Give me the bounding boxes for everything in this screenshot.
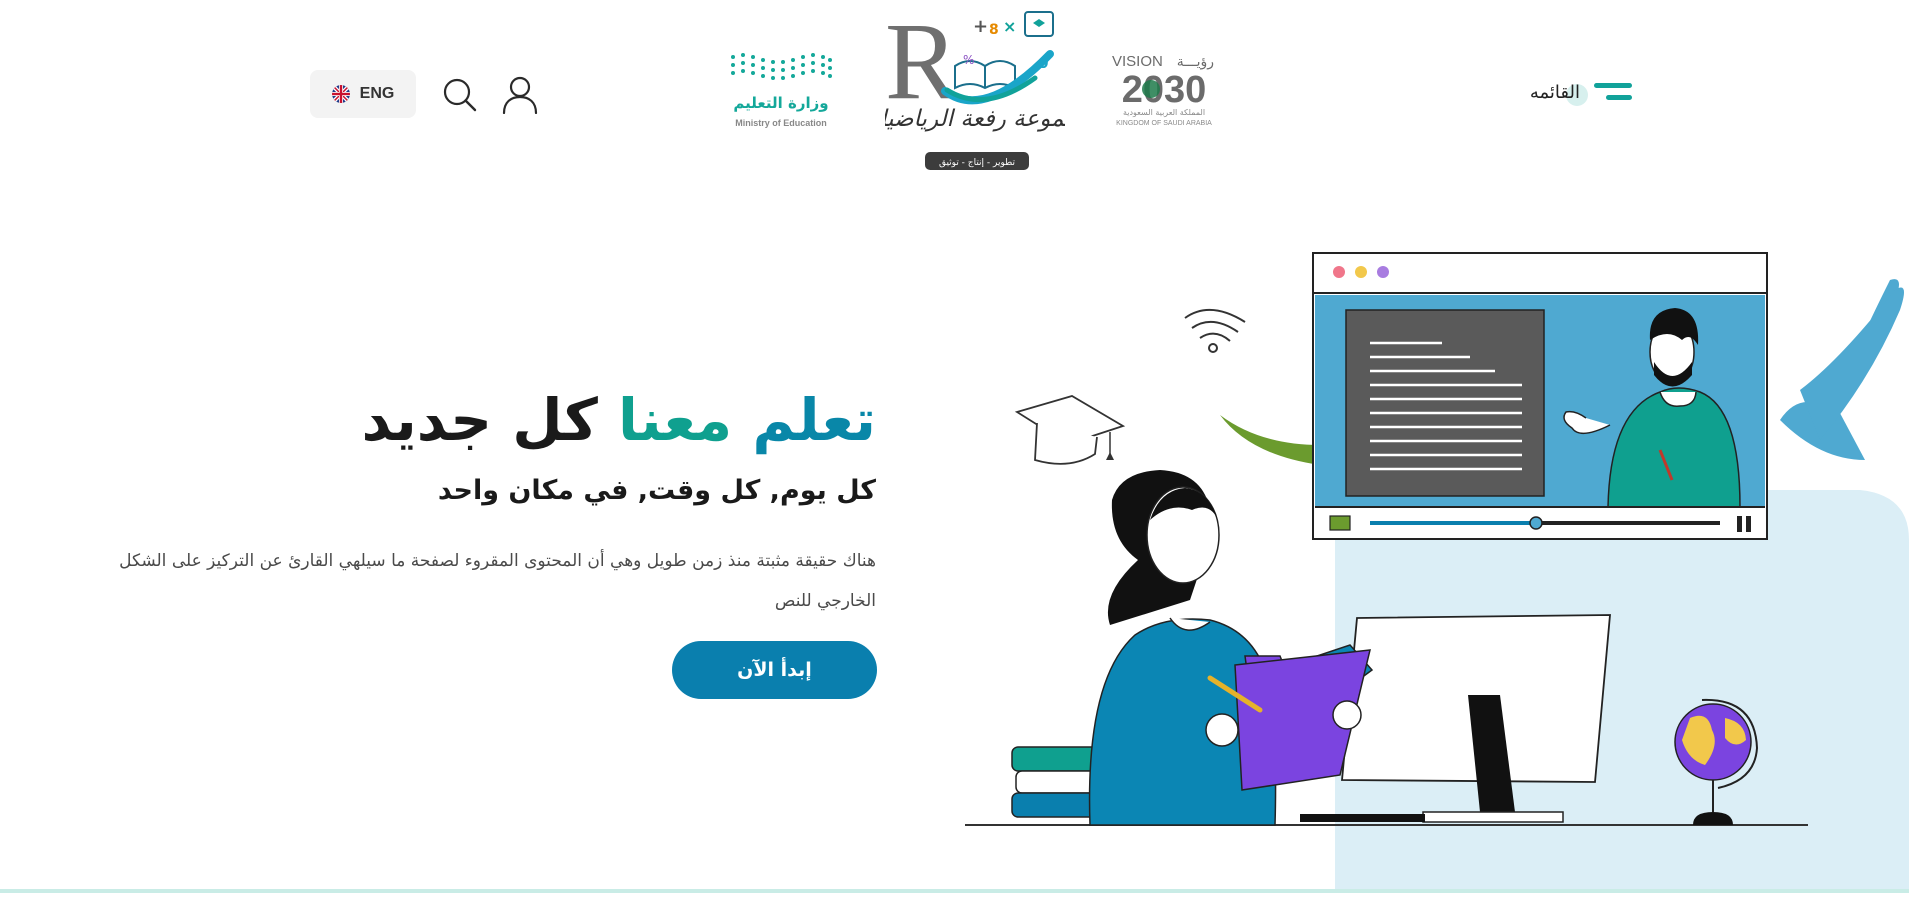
video-lesson-window (1312, 252, 1768, 540)
svg-text:9: 9 (1039, 56, 1049, 72)
wifi-icon (1184, 308, 1246, 353)
hamburger-icon (1594, 81, 1632, 103)
search-icon[interactable] (442, 77, 478, 113)
language-switch-button[interactable]: ENG (310, 70, 416, 118)
svg-text:8: 8 (989, 22, 999, 38)
site-header: ENG وزارة التعليم Ministry of Education … (0, 0, 1909, 175)
brand-tagline: تطوير - إنتاج - توثيق (939, 158, 1016, 168)
graduation-cap-icon (1014, 395, 1126, 465)
ministry-of-education-logo[interactable]: وزارة التعليم Ministry of Education (728, 52, 834, 132)
hero-illustration (960, 240, 1909, 893)
hero-title: تعلم معنا كل جديد (362, 380, 876, 460)
user-icon[interactable] (500, 76, 540, 115)
svg-text:%: % (963, 53, 974, 67)
hero-title-word-everything-new: كل جديد (361, 386, 598, 454)
hero-subtitle: كل يوم, كل وقت, في مكان واحد (437, 475, 876, 506)
svg-text:+: + (973, 16, 988, 37)
vision-kingdom-english: KINGDOM OF SAUDI ARABIA (1116, 120, 1212, 127)
book-stack (1011, 746, 1098, 818)
menu-label: القائمه (1529, 81, 1589, 106)
vision-label: VISION (1112, 53, 1163, 70)
ministry-arabic-name: وزارة التعليم (733, 94, 828, 112)
hero-description: هناك حقيقة مثبتة منذ زمن طويل وهي أن الم… (119, 551, 876, 611)
svg-text:R: R (885, 6, 959, 122)
vision-kingdom-arabic: المملكة العربية السعودية (1123, 108, 1205, 117)
start-now-button[interactable]: إبدأ الآن (672, 641, 877, 699)
bottom-accent-line (0, 889, 1909, 893)
brand-name: مجموعة رفعة الرياضيات (885, 106, 1065, 132)
uk-flag-icon (331, 85, 350, 103)
vision-2030-logo[interactable]: VISION رؤيـــة 2030 المملكة العربية السع… (1110, 52, 1218, 128)
brand-logo[interactable]: R + 8 × 9 % مجموعة رفعة الرياضيات تطوير … (858, 0, 1092, 174)
menu-toggle-button[interactable]: القائمه (1512, 72, 1632, 112)
ministry-english-name: Ministry of Education (735, 118, 827, 128)
vision-arabic-label: رؤيـــة (1177, 54, 1214, 70)
svg-text:×: × (1003, 17, 1016, 36)
vision-year: 2030 (1122, 69, 1207, 111)
hero-title-word-with-us: معنا (618, 386, 733, 454)
hero-title-word-learn: تعلم (752, 386, 876, 454)
language-label: ENG (359, 85, 395, 102)
